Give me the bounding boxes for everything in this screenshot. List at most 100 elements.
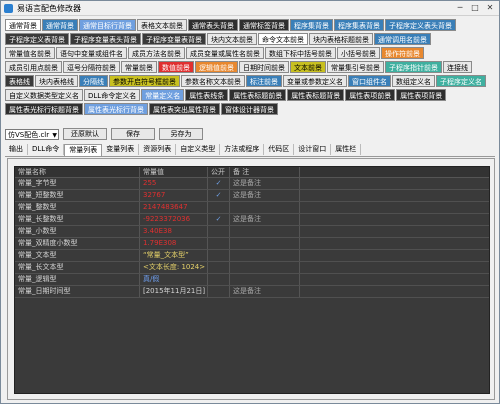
tab[interactable]: 属性栏 — [331, 144, 362, 155]
public-check[interactable] — [208, 250, 230, 261]
color-button[interactable]: 通常背景 — [42, 19, 78, 31]
save-button[interactable]: 保存 — [111, 128, 155, 140]
color-button[interactable]: DLL命令定义名 — [84, 89, 141, 101]
color-button[interactable]: 语句中变量或组件名 — [56, 47, 127, 59]
column-header-public[interactable]: 公开 — [208, 167, 230, 177]
color-button[interactable]: 程序集表背景 — [334, 19, 384, 31]
color-button[interactable]: 通常表头背景 — [188, 19, 238, 31]
public-check[interactable] — [208, 238, 230, 249]
table-row[interactable]: 常量_逻辑型 真/假 — [15, 274, 489, 286]
color-button[interactable]: 操作符前景 — [381, 47, 424, 59]
color-button[interactable]: 成员方法名前景 — [128, 47, 185, 59]
color-button[interactable]: 数组下标中括号前景 — [265, 47, 336, 59]
color-button[interactable]: 命令文本前景 — [258, 33, 308, 45]
color-button[interactable]: 常量值名前景 — [5, 47, 55, 59]
color-button[interactable]: 属性表标题背景 — [287, 89, 345, 101]
color-button[interactable]: 属性表标题前景 — [229, 89, 287, 101]
color-button[interactable]: 小括号前景 — [337, 47, 380, 59]
color-button[interactable]: 属性表光标行标题背景 — [5, 103, 83, 115]
table-row[interactable]: 常量_日期时间型 [2015年11月21日] 这是备注 — [15, 286, 489, 298]
color-button[interactable]: 表格文本前景 — [137, 19, 187, 31]
color-button[interactable]: 窗体设计器背景 — [221, 103, 278, 115]
color-button[interactable]: 子程序指针前景 — [385, 61, 442, 73]
public-check[interactable] — [208, 286, 230, 297]
color-button[interactable]: 成员变量或属性名前景 — [186, 47, 264, 59]
public-check[interactable] — [208, 262, 230, 273]
column-header-name[interactable]: 常量名称 — [15, 167, 140, 177]
color-button[interactable]: 表格线 — [5, 75, 34, 87]
color-button[interactable]: 标注前景 — [246, 75, 282, 87]
color-button[interactable]: 文本前景 — [290, 61, 326, 73]
public-check[interactable]: ✓ — [208, 178, 230, 189]
color-button[interactable]: 通常调用名前景 — [374, 33, 431, 45]
color-button[interactable]: 属性表光标行背景 — [84, 103, 148, 115]
tab[interactable]: 资源列表 — [139, 144, 177, 155]
color-button[interactable]: 分隔线 — [79, 75, 108, 87]
tab[interactable]: 变量列表 — [102, 144, 140, 155]
color-button[interactable]: 子程序定义表头背景 — [385, 19, 456, 31]
color-button[interactable]: 参数开启符号框前景 — [109, 75, 180, 87]
tab[interactable]: 输出 — [5, 144, 28, 155]
close-button[interactable]: ✕ — [483, 3, 497, 13]
table-row[interactable]: 常量_长文本型 <文本长度: 1024> — [15, 262, 489, 274]
color-button[interactable]: 连接线 — [443, 61, 472, 73]
color-button[interactable]: 数组定义名 — [392, 75, 435, 87]
color-button[interactable]: 日期时间前景 — [239, 61, 289, 73]
table-row[interactable]: 常量_短整数型 32767 ✓ 这是备注 — [15, 190, 489, 202]
restore-default-button[interactable]: 还原默认 — [63, 128, 107, 140]
color-button[interactable]: 通常目标行背景 — [79, 19, 136, 31]
tab[interactable]: DLL命令 — [28, 144, 65, 155]
color-button[interactable]: 块内表格标题前景 — [309, 33, 373, 45]
public-check[interactable] — [208, 202, 230, 213]
color-button[interactable]: 数值前景 — [158, 61, 194, 73]
column-header-note[interactable]: 备 注 — [230, 167, 300, 177]
color-button[interactable]: 通常标签背景 — [239, 19, 289, 31]
color-button[interactable]: 程序集背景 — [290, 19, 333, 31]
color-button[interactable]: 逻辑值前景 — [195, 61, 238, 73]
color-button[interactable]: 属性表项背景 — [396, 89, 447, 101]
tab[interactable]: 设计窗口 — [294, 144, 332, 155]
color-button[interactable]: 子程序变量表头背景 — [70, 33, 141, 45]
minimize-button[interactable]: ─ — [453, 3, 467, 13]
public-check[interactable] — [208, 274, 230, 285]
color-button[interactable]: 块内文本前景 — [207, 33, 257, 45]
public-check[interactable] — [208, 226, 230, 237]
tab[interactable]: 代码区 — [264, 144, 295, 155]
table-row[interactable]: 常量_小数型 3.40E38 — [15, 226, 489, 238]
tab[interactable]: 常量列表 — [64, 144, 103, 156]
column-header-value[interactable]: 常量值 — [140, 167, 208, 177]
public-check[interactable]: ✓ — [208, 214, 230, 225]
table-row[interactable]: 常量_双精度小数型 1.79E308 — [15, 238, 489, 250]
color-button[interactable]: 子程序定义名 — [436, 75, 486, 87]
table-row[interactable]: 常量_字节型 255 ✓ 这是备注 — [15, 178, 489, 190]
tab[interactable]: 自定义类型 — [176, 144, 221, 155]
color-button[interactable]: 通常背景 — [5, 19, 41, 31]
color-button[interactable]: 参数名称文本前景 — [181, 75, 245, 87]
color-button[interactable]: 常量集引号前景 — [327, 61, 384, 73]
tab[interactable]: 方法或程序 — [220, 144, 265, 155]
color-button[interactable]: 常量定义名 — [141, 89, 185, 101]
color-button[interactable]: 成员引用点前景 — [5, 61, 62, 73]
color-button[interactable]: 变量或参数定义名 — [283, 75, 347, 87]
color-button[interactable]: 常量前景 — [121, 61, 157, 73]
table-row[interactable]: 常量_长整数型 -9223372036 ✓ 这是备注 — [15, 214, 489, 226]
maximize-button[interactable]: □ — [468, 3, 482, 13]
color-button-grid: 通常背景 通常背景 通常目标行背景 表格文本前景 通常表头背景 通常标签背景 程序集背景 程序… — [5, 19, 495, 117]
constant-value: “常量_文本型” — [140, 250, 208, 261]
table-row[interactable]: 常量_文本型 “常量_文本型” — [15, 250, 489, 262]
color-button[interactable]: 逗号分隔符前景 — [63, 61, 120, 73]
table-row[interactable]: 常量_整数型 2147483647 — [15, 202, 489, 214]
preset-select[interactable]: 仿VS配色.clr ▼ — [5, 128, 59, 140]
color-button[interactable]: 属性表项前景 — [345, 89, 396, 101]
color-button[interactable]: 子程序定义表背景 — [5, 33, 69, 45]
color-button[interactable]: 窗口组件名 — [348, 75, 391, 87]
color-button[interactable]: 子程序变量表背景 — [142, 33, 206, 45]
color-button[interactable]: 自定义数据类型定义名 — [5, 89, 83, 101]
public-check[interactable]: ✓ — [208, 190, 230, 201]
color-button[interactable]: 属性表线条 — [185, 89, 229, 101]
constant-table: 常量名称 常量值 公开 备 注 常量_字节型 255 ✓ 这是备注 常量_短整数型 327… — [14, 166, 490, 394]
constant-value: 1.79E308 — [140, 238, 208, 249]
color-button[interactable]: 属性表突出属性背景 — [149, 103, 220, 115]
color-button[interactable]: 块内表格线 — [35, 75, 78, 87]
save-as-button[interactable]: 另存为 — [159, 128, 203, 140]
